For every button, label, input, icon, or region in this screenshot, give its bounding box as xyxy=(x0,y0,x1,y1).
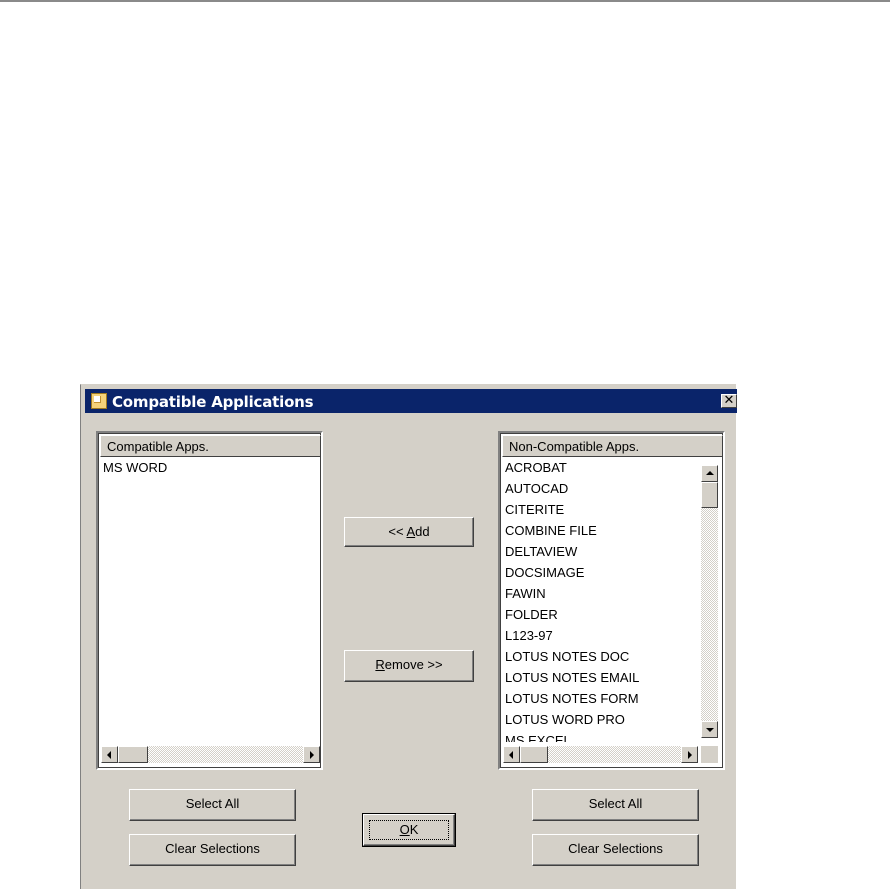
list-item[interactable]: FAWIN xyxy=(503,583,700,604)
remove-button-mnemonic: R xyxy=(375,657,385,672)
list-item[interactable]: DOCSIMAGE xyxy=(503,562,700,583)
ok-button[interactable]: OK xyxy=(362,813,456,847)
compatible-apps-items: MS WORD xyxy=(101,457,321,742)
dialog-title: Compatible Applications xyxy=(112,393,314,411)
select-all-right-label: Select All xyxy=(588,796,643,811)
right-scroll-right-button[interactable] xyxy=(681,746,698,763)
add-button-prefix: << xyxy=(388,524,407,539)
ok-button-mnemonic: O xyxy=(399,822,410,837)
list-item[interactable]: MS WORD xyxy=(101,457,321,478)
noncompatible-apps-list[interactable]: Non-Compatible Apps. ACROBAT AUTOCAD CITER… xyxy=(498,431,725,770)
compatible-apps-list[interactable]: Compatible Apps. MS WORD xyxy=(96,431,323,770)
scroll-right-arrow-icon xyxy=(688,751,692,759)
list-item[interactable]: ACROBAT xyxy=(503,457,700,478)
noncompatible-apps-items: ACROBAT AUTOCAD CITERITE COMBINE FILE DELTAV… xyxy=(503,457,700,742)
scroll-up-arrow-icon xyxy=(706,471,714,475)
ok-focus-rect: OK xyxy=(369,820,449,840)
list-item[interactable]: LOTUS NOTES EMAIL xyxy=(503,667,700,688)
compatible-apps-header[interactable]: Compatible Apps. xyxy=(100,435,321,457)
left-hscroll-thumb[interactable] xyxy=(118,746,148,763)
clear-selections-right-button[interactable]: Clear Selections xyxy=(532,834,699,866)
list-item[interactable]: COMBINE FILE xyxy=(503,520,700,541)
right-scroll-left-button[interactable] xyxy=(503,746,520,763)
remove-button-rest: emove >> xyxy=(384,657,443,672)
left-scroll-right-button[interactable] xyxy=(303,746,320,763)
compatible-apps-header-label: Compatible Apps. xyxy=(107,439,209,454)
left-scroll-left-button[interactable] xyxy=(101,746,118,763)
scroll-corner xyxy=(701,746,718,763)
noncompatible-apps-header-label: Non-Compatible Apps. xyxy=(509,439,640,454)
scroll-down-arrow-icon xyxy=(706,728,714,732)
clear-selections-right-label: Clear Selections xyxy=(568,841,663,856)
select-all-left-button[interactable]: Select All xyxy=(129,789,296,821)
close-icon[interactable]: ✕ xyxy=(721,394,737,408)
select-all-left-label: Select All xyxy=(185,796,240,811)
app-icon xyxy=(91,393,107,409)
add-button[interactable]: << Add xyxy=(344,517,474,547)
list-item[interactable]: LOTUS NOTES DOC xyxy=(503,646,700,667)
scroll-right-arrow-icon xyxy=(310,751,314,759)
list-item[interactable]: LOTUS WORD PRO xyxy=(503,709,700,730)
add-button-mnemonic: A xyxy=(406,524,416,539)
right-hscroll-track[interactable] xyxy=(548,746,681,763)
top-rule xyxy=(0,0,890,2)
right-scroll-up-button[interactable] xyxy=(701,465,718,482)
scroll-left-arrow-icon xyxy=(107,751,111,759)
clear-selections-left-button[interactable]: Clear Selections xyxy=(129,834,296,866)
scroll-left-arrow-icon xyxy=(509,751,513,759)
list-item[interactable]: DELTAVIEW xyxy=(503,541,700,562)
list-item[interactable]: AUTOCAD xyxy=(503,478,700,499)
left-hscroll-track[interactable] xyxy=(148,746,303,763)
list-item[interactable]: LOTUS NOTES FORM xyxy=(503,688,700,709)
compatible-applications-dialog: Compatible Applications ✕ Compatible App… xyxy=(80,384,737,889)
right-vscroll-thumb[interactable] xyxy=(701,482,718,508)
right-scroll-down-button[interactable] xyxy=(701,721,718,738)
list-item[interactable]: MS EXCEL xyxy=(503,730,700,742)
add-button-rest: dd xyxy=(415,524,430,539)
noncompatible-apps-header[interactable]: Non-Compatible Apps. xyxy=(502,435,723,457)
select-all-right-button[interactable]: Select All xyxy=(532,789,699,821)
ok-button-rest: K xyxy=(409,822,419,837)
list-item[interactable]: L123-97 xyxy=(503,625,700,646)
list-item[interactable]: CITERITE xyxy=(503,499,700,520)
title-bar[interactable]: Compatible Applications ✕ xyxy=(85,389,737,413)
right-hscroll-thumb[interactable] xyxy=(520,746,548,763)
right-vscroll-track[interactable] xyxy=(701,508,718,721)
remove-button[interactable]: Remove >> xyxy=(344,650,474,682)
clear-selections-left-label: Clear Selections xyxy=(165,841,260,856)
list-item[interactable]: FOLDER xyxy=(503,604,700,625)
